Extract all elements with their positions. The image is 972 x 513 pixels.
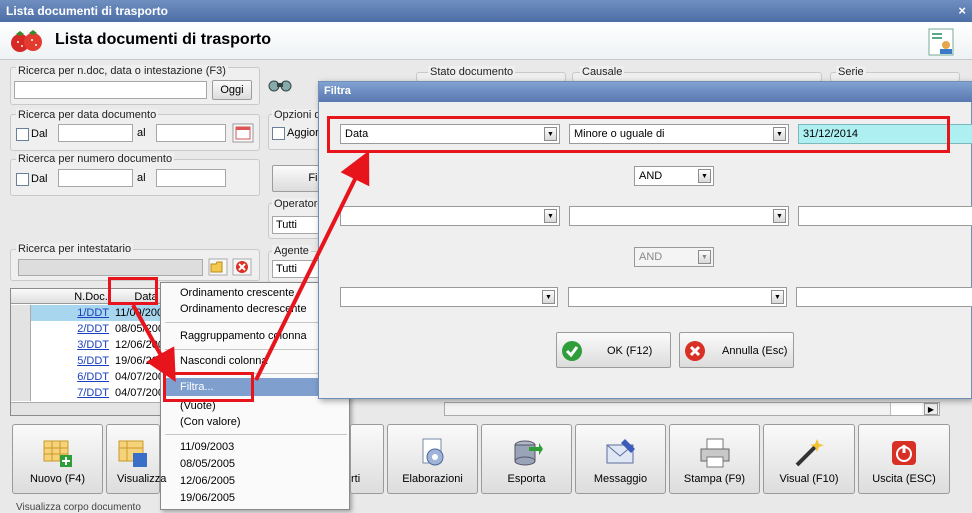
gears-icon xyxy=(422,438,443,466)
nuovo-label: Nuovo (F4) xyxy=(29,473,86,485)
arrow-to-filter-item xyxy=(131,304,176,382)
visualizza-button[interactable]: Visualizza xyxy=(106,424,166,494)
visual-button[interactable]: Visual (F10) xyxy=(763,424,855,494)
visualizza-label: Visualizza xyxy=(117,473,167,485)
database-export-icon xyxy=(514,440,543,466)
arrow-to-filter-row xyxy=(254,150,370,381)
partial-label: rti xyxy=(351,473,361,485)
stampa-label: Stampa (F9) xyxy=(683,473,746,485)
nuovo-button[interactable]: Nuovo (F4) xyxy=(12,424,103,494)
power-icon xyxy=(892,441,916,465)
esporta-label: Esporta xyxy=(507,473,546,485)
magic-wand-icon xyxy=(795,439,824,467)
partial-button[interactable]: rti xyxy=(350,424,384,494)
uscita-button[interactable]: Uscita (ESC) xyxy=(858,424,950,494)
elaborazioni-label: Elaborazioni xyxy=(402,473,463,485)
view-grid-icon xyxy=(118,440,147,467)
elaborazioni-button[interactable]: Elaborazioni xyxy=(387,424,478,494)
printer-icon xyxy=(700,438,729,468)
stampa-button[interactable]: Stampa (F9) xyxy=(669,424,760,494)
visual-label: Visual (F10) xyxy=(779,473,839,485)
envelope-icon xyxy=(606,439,635,464)
messaggio-button[interactable]: Messaggio xyxy=(575,424,666,494)
new-grid-icon xyxy=(43,440,72,467)
uscita-label: Uscita (ESC) xyxy=(872,473,936,485)
footer-text: Visualizza corpo documento xyxy=(16,502,141,513)
messaggio-label: Messaggio xyxy=(593,473,648,485)
esporta-button[interactable]: Esporta xyxy=(481,424,572,494)
